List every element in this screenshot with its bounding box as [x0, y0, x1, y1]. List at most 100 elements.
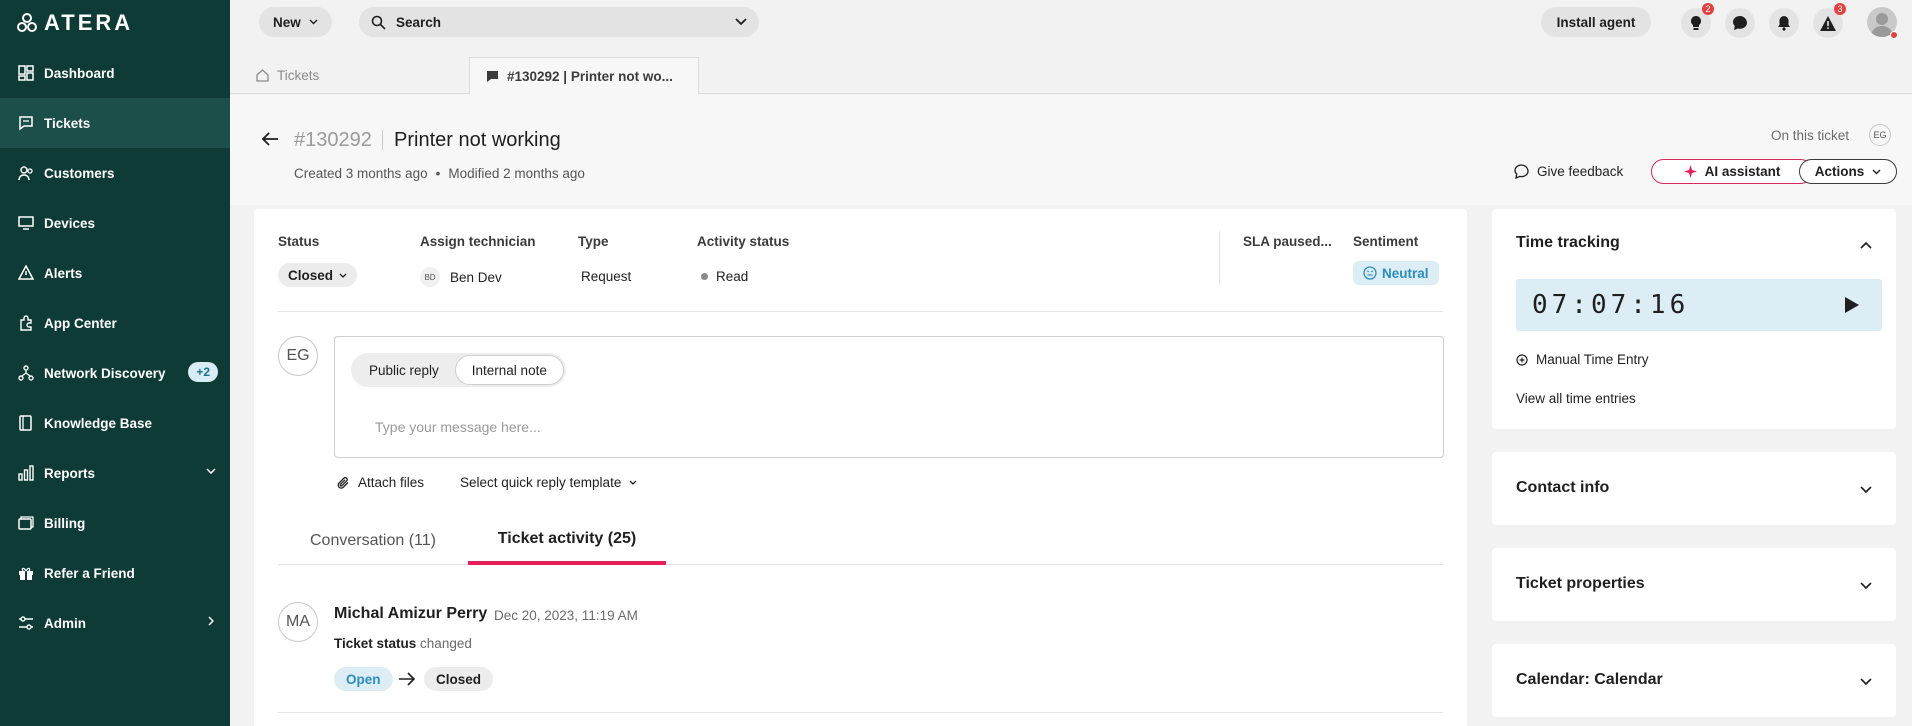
- chevron-down-icon: [339, 273, 347, 278]
- give-feedback-button[interactable]: Give feedback: [1514, 164, 1623, 179]
- sidebar-item-label: Devices: [44, 215, 96, 231]
- search-input[interactable]: Search: [359, 7, 759, 37]
- sidebar-item-label: Alerts: [44, 265, 83, 281]
- public-reply-tab[interactable]: Public reply: [353, 355, 455, 385]
- attach-files-button[interactable]: Attach files: [336, 475, 424, 490]
- chat-icon[interactable]: [1725, 8, 1755, 38]
- network-icon: [16, 363, 36, 383]
- calendar-card[interactable]: Calendar: Calendar: [1492, 644, 1896, 717]
- technician-avatar: BD: [420, 267, 440, 287]
- add-circle-icon: [1516, 353, 1528, 366]
- technician-selector[interactable]: BD Ben Dev: [420, 267, 502, 287]
- status-dropdown[interactable]: Closed: [278, 263, 358, 287]
- timer-display: 07:07:16: [1516, 279, 1882, 331]
- type-value[interactable]: Request: [581, 269, 631, 284]
- activity-author-name: Michal Amizur Perry: [334, 605, 488, 622]
- sidebar-item-refer-a-friend[interactable]: Refer a Friend: [0, 548, 230, 598]
- view-all-time-entries-link[interactable]: View all time entries: [1516, 391, 1636, 406]
- internal-note-tab[interactable]: Internal note: [454, 355, 564, 385]
- calendar-title: Calendar: Calendar: [1516, 671, 1663, 688]
- network-discovery-badge: +2: [188, 362, 218, 382]
- timer-value: 07:07:16: [1532, 290, 1690, 320]
- sidebar-item-dashboard[interactable]: Dashboard: [0, 48, 230, 98]
- play-icon[interactable]: [1844, 296, 1860, 314]
- gift-icon: [16, 563, 36, 583]
- tab-current-ticket-label: #130292 | Printer not wo...: [507, 69, 673, 84]
- assign-technician-label: Assign technician: [420, 234, 536, 249]
- quick-reply-template-dropdown[interactable]: Select quick reply template: [460, 475, 637, 490]
- chevron-down-icon: [629, 480, 637, 485]
- atera-logo[interactable]: ATERA: [16, 10, 133, 35]
- actions-button[interactable]: Actions: [1799, 159, 1897, 184]
- reply-mode-toggle: Public reply Internal note: [351, 353, 566, 387]
- ticket-header: #130292 Printer not working Created 3 mo…: [230, 95, 1912, 205]
- arrow-right-icon: [399, 672, 416, 686]
- sidebar-item-customers[interactable]: Customers: [0, 148, 230, 198]
- feedback-icon: [1514, 164, 1529, 179]
- chevron-down-icon[interactable]: [1858, 577, 1874, 593]
- chevron-down-icon[interactable]: [1858, 481, 1874, 497]
- lightbulb-icon[interactable]: 2: [1681, 3, 1714, 38]
- tab-current-ticket[interactable]: #130292 | Printer not wo...: [469, 57, 699, 95]
- devices-icon: [16, 213, 36, 233]
- ai-assistant-button[interactable]: AI assistant: [1651, 159, 1813, 184]
- manual-time-entry-button[interactable]: Manual Time Entry: [1516, 352, 1649, 367]
- conversation-tabs: Conversation (11) Ticket activity (25): [278, 517, 1443, 565]
- sidebar-item-network-discovery[interactable]: Network Discovery +2: [0, 348, 230, 398]
- sidebar-item-reports[interactable]: Reports: [0, 448, 230, 498]
- sparkle-icon: [1683, 165, 1697, 178]
- field-divider: [1219, 231, 1220, 285]
- sidebar-nav: Dashboard Tickets Customers Devices Aler…: [0, 48, 230, 648]
- tab-ticket-activity[interactable]: Ticket activity (25): [468, 517, 666, 565]
- activity-status-dot: [701, 273, 708, 280]
- sidebar-item-knowledge-base[interactable]: Knowledge Base: [0, 398, 230, 448]
- back-arrow-icon[interactable]: [260, 129, 280, 149]
- ticket-title: Printer not working: [394, 129, 561, 151]
- chevron-down-icon[interactable]: [735, 18, 747, 26]
- sidebar-item-tickets[interactable]: Tickets: [0, 98, 230, 148]
- logo-mark-icon: [17, 13, 37, 32]
- chevron-up-icon[interactable]: [1858, 237, 1874, 253]
- message-input[interactable]: [375, 419, 1375, 435]
- sidebar-item-label: Knowledge Base: [44, 415, 153, 431]
- knowledge-base-icon: [16, 413, 36, 433]
- sidebar-item-label: App Center: [44, 315, 117, 331]
- sidebar-item-admin[interactable]: Admin: [0, 598, 230, 648]
- warning-icon[interactable]: 3: [1813, 3, 1846, 38]
- activity-author-avatar: MA: [278, 602, 318, 642]
- chevron-down-icon[interactable]: [1858, 673, 1874, 689]
- contact-info-card[interactable]: Contact info: [1492, 452, 1896, 525]
- admin-icon: [16, 613, 36, 633]
- tab-conversation[interactable]: Conversation (11): [278, 517, 468, 565]
- activity-status-label: Activity status: [697, 234, 790, 249]
- tab-tickets[interactable]: Tickets: [256, 56, 319, 94]
- sidebar-item-billing[interactable]: Billing: [0, 498, 230, 548]
- viewer-avatar[interactable]: EG: [1869, 124, 1891, 146]
- sidebar-item-label: Network Discovery: [44, 365, 166, 381]
- reply-box: Public reply Internal note: [334, 336, 1444, 458]
- sentiment-label: Sentiment: [1353, 234, 1419, 249]
- sidebar-item-label: Billing: [44, 515, 86, 531]
- bell-icon[interactable]: [1769, 8, 1799, 38]
- contact-info-title: Contact info: [1516, 479, 1610, 496]
- activity-date: Dec 20, 2023, 11:19 AM: [494, 608, 638, 623]
- neutral-face-icon: [1363, 266, 1377, 280]
- activity-description: Ticket status changed: [334, 636, 472, 651]
- chevron-right-icon[interactable]: [204, 614, 218, 628]
- sidebar-item-devices[interactable]: Devices: [0, 198, 230, 248]
- user-status-dot: [1890, 31, 1898, 39]
- sidebar-item-alerts[interactable]: Alerts: [0, 248, 230, 298]
- install-agent-button[interactable]: Install agent: [1541, 7, 1651, 37]
- customers-icon: [16, 163, 36, 183]
- on-this-ticket-label: On this ticket: [1771, 128, 1850, 143]
- search-label: Search: [396, 14, 442, 30]
- chevron-down-icon[interactable]: [204, 464, 218, 478]
- tab-tickets-label: Tickets: [277, 67, 320, 83]
- ai-assistant-label: AI assistant: [1704, 164, 1781, 179]
- new-button[interactable]: New: [259, 7, 332, 37]
- ticket-properties-card[interactable]: Ticket properties: [1492, 548, 1896, 621]
- activity-status-text: Read: [716, 269, 749, 284]
- sidebar-item-app-center[interactable]: App Center: [0, 298, 230, 348]
- sidebar-item-label: Reports: [44, 465, 96, 481]
- time-tracking-card: Time tracking 07:07:16 Manual Time Entry…: [1492, 209, 1896, 429]
